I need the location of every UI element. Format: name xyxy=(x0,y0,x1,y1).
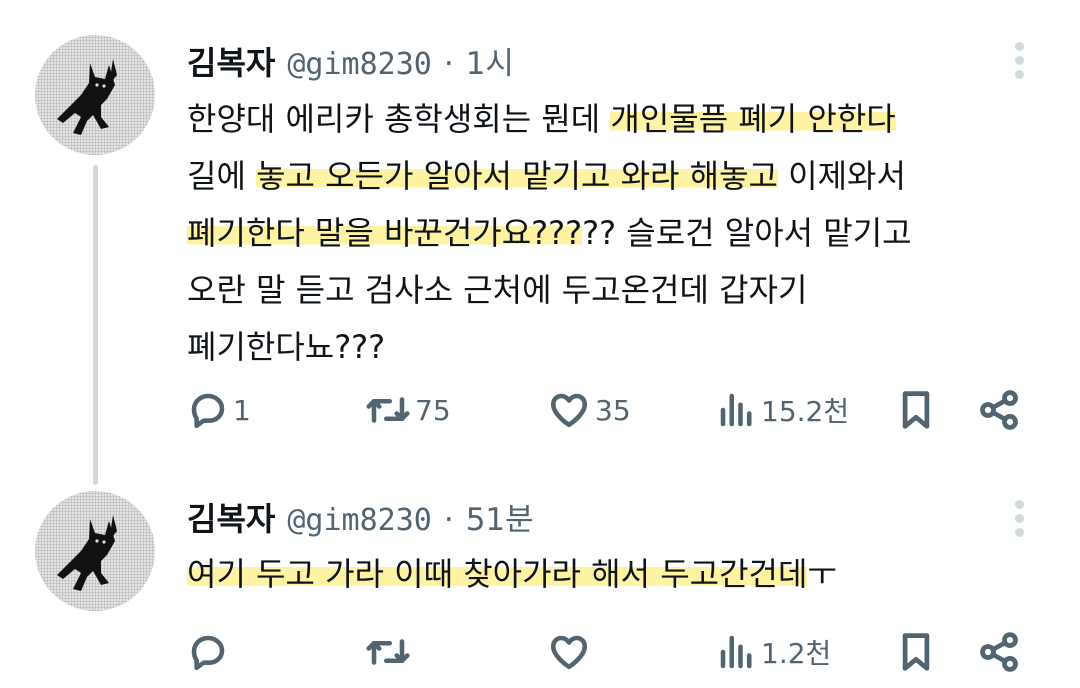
text-segment: 한양대 에리카 총학생회는 뭔데 xyxy=(187,100,611,138)
views-count: 1.2천 xyxy=(761,637,832,670)
avatar[interactable] xyxy=(35,491,155,611)
text-segment: ㅜ xyxy=(807,555,837,593)
reply-icon xyxy=(191,393,225,429)
views-icon xyxy=(720,393,752,427)
timestamp[interactable]: 1시 xyxy=(466,38,514,83)
like-icon xyxy=(550,635,588,670)
tweet-text: 한양대 에리카 총학생회는 뭔데 개인물픔 폐기 안한다 길에 놓고 오든가 알… xyxy=(187,91,1047,376)
avatar[interactable] xyxy=(35,35,155,155)
tweet-actions: 1.2천 xyxy=(187,628,1037,676)
tweet-header: 김복자 @gim8230 · 1시 xyxy=(187,38,514,84)
user-handle[interactable]: @gim8230 xyxy=(287,47,432,82)
thread-line xyxy=(93,165,98,485)
highlighted-text: 놓고 오든가 알아서 맡기고 와라 해놓고 xyxy=(256,157,778,195)
bookmark-button[interactable] xyxy=(896,628,936,676)
text-line: 폐기한다 말을 바꾼건가요????? 슬로건 알아서 맡기고 xyxy=(187,205,1047,262)
tweet-text: 여기 두고 가라 이때 찾아가라 해서 두고간건데ㅜ xyxy=(187,546,1047,603)
text-line: 길에 놓고 오든가 알아서 맡기고 와라 해놓고 이제와서 xyxy=(187,148,1047,205)
share-icon xyxy=(980,390,1018,430)
bookmark-icon xyxy=(902,391,930,429)
text-line: 폐기한다뇨??? xyxy=(187,319,1047,376)
bookmark-button[interactable] xyxy=(896,386,936,434)
share-icon xyxy=(980,632,1018,672)
text-line: 한양대 에리카 총학생회는 뭔데 개인물픔 폐기 안한다 xyxy=(187,91,1047,148)
timestamp[interactable]: 51분 xyxy=(466,494,534,539)
like-icon xyxy=(550,393,588,428)
like-button[interactable]: 35 xyxy=(547,386,631,434)
text-segment: ?? 슬로건 알아서 맡기고 xyxy=(582,214,912,252)
retweet-icon xyxy=(366,639,410,665)
retweet-button[interactable] xyxy=(365,628,415,676)
text-segment: 길에 xyxy=(187,157,257,195)
share-button[interactable] xyxy=(977,386,1021,434)
separator-dot: · xyxy=(443,502,454,538)
highlighted-text: 개인물픔 폐기 안한다 xyxy=(610,100,896,138)
tweet-actions: 1 75 35 15.2천 xyxy=(187,386,1037,434)
text-line: 여기 두고 가라 이때 찾아가라 해서 두고간건데ㅜ xyxy=(187,546,1047,603)
text-segment: 이제와서 xyxy=(777,157,906,195)
display-name[interactable]: 김복자 xyxy=(187,38,275,84)
views-icon xyxy=(720,635,752,669)
highlighted-text: 여기 두고 가라 이때 찾아가라 해서 두고간건데 xyxy=(187,555,808,593)
share-button[interactable] xyxy=(977,628,1021,676)
black-cat-avatar-image xyxy=(57,59,117,135)
retweet-button[interactable]: 75 xyxy=(365,386,451,434)
more-icon[interactable] xyxy=(1012,500,1026,542)
separator-dot: · xyxy=(443,46,454,82)
reply-icon xyxy=(191,635,225,671)
reply-count: 1 xyxy=(233,393,251,427)
user-handle[interactable]: @gim8230 xyxy=(287,503,432,538)
views-count: 15.2천 xyxy=(761,395,850,428)
text-segment: 폐기한다뇨??? xyxy=(187,328,386,366)
retweet-count: 75 xyxy=(415,393,451,427)
black-cat-avatar-image xyxy=(57,515,117,591)
views-button[interactable]: 1.2천 xyxy=(717,628,831,676)
views-button[interactable]: 15.2천 xyxy=(717,386,849,434)
highlighted-text: 폐기한다 말을 바꾼건가요??? xyxy=(187,214,583,252)
reply-button[interactable]: 1 xyxy=(187,386,251,434)
text-segment: 오란 말 듣고 검사소 근처에 두고온건데 갑자기 xyxy=(187,271,808,309)
tweet-header: 김복자 @gim8230 · 51분 xyxy=(187,494,534,540)
display-name[interactable]: 김복자 xyxy=(187,494,275,540)
text-line: 오란 말 듣고 검사소 근처에 두고온건데 갑자기 xyxy=(187,262,1047,319)
retweet-icon xyxy=(366,397,410,423)
reply-button[interactable] xyxy=(187,628,233,676)
bookmark-icon xyxy=(902,633,930,671)
like-count: 35 xyxy=(595,393,631,427)
like-button[interactable] xyxy=(547,628,595,676)
more-icon[interactable] xyxy=(1012,42,1026,84)
